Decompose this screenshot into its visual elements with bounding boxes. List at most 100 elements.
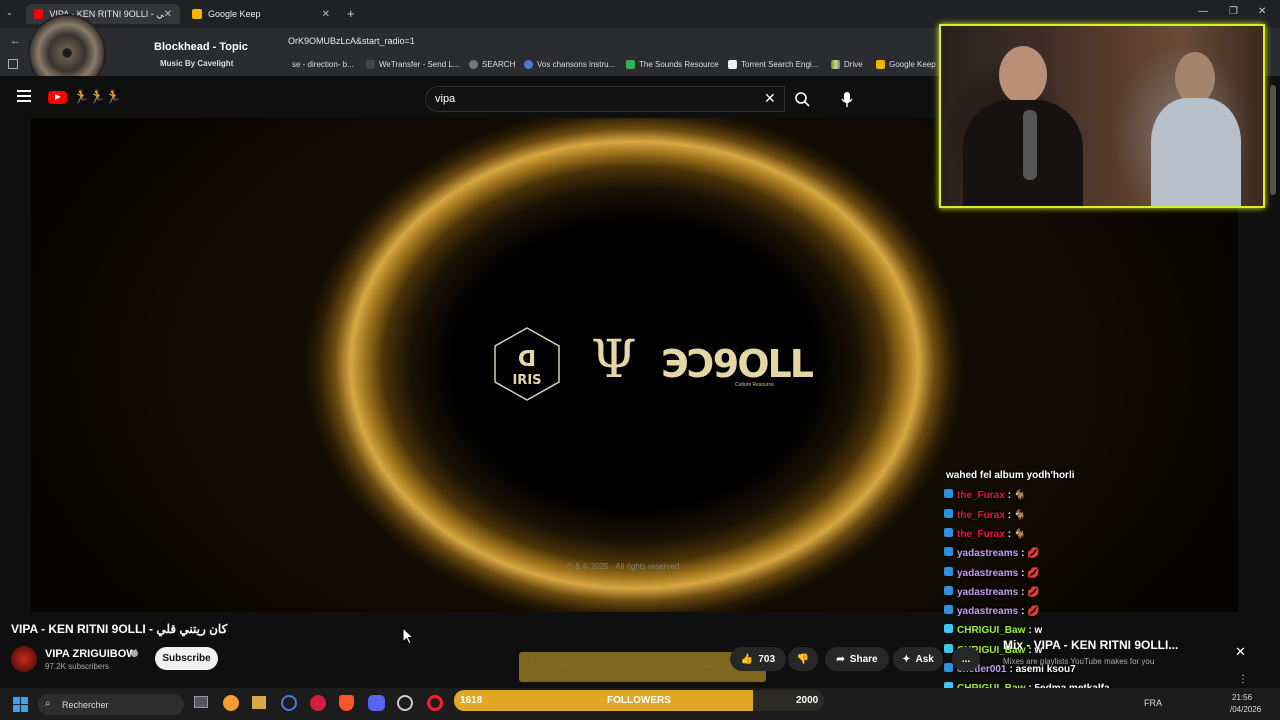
more-actions-button[interactable]: ...: [952, 647, 980, 671]
close-tab-icon[interactable]: ✕: [322, 9, 330, 20]
thumbs-down-icon: 👎: [796, 653, 810, 665]
file-explorer-icon[interactable]: [252, 696, 266, 709]
chat-username[interactable]: yadastreams: [957, 568, 1018, 579]
chat-badge-icon: [944, 527, 953, 537]
now-playing-overlay: Blockhead - Topic Music By Cavelight: [118, 38, 278, 78]
followers-progress-fill: [454, 690, 754, 711]
subscriber-count: 97.2K subscribers: [45, 662, 110, 671]
chat-badge-icon: [944, 547, 953, 557]
bookmark-google-keep[interactable]: Google Keep: [876, 60, 936, 69]
svg-text:ᗡ: ᗡ: [518, 347, 536, 372]
copyright-text: ℗ & © 2025 · All rights reserved: [567, 562, 680, 571]
chat-message: CHRIGUI_Baw: w: [944, 624, 1042, 636]
keep-favicon-icon: [192, 9, 202, 19]
search-icon: ⌕: [45, 698, 51, 709]
chat-username[interactable]: the_Furax: [957, 490, 1005, 501]
chat-badge-icon: [944, 566, 953, 576]
clock-time: 21:56: [1232, 693, 1253, 702]
bookmark-drive[interactable]: Drive: [831, 60, 863, 69]
windows-start-icon[interactable]: [13, 697, 29, 713]
brave-icon[interactable]: [339, 695, 354, 711]
doodle-icon: 🏃🏃🏃: [73, 89, 122, 104]
subscribe-button[interactable]: Subscribe: [155, 647, 218, 670]
apps-grid-icon[interactable]: [8, 59, 18, 69]
chat-message: yadastreams: 💋: [944, 585, 1040, 598]
search-bookmark-icon: [469, 60, 478, 69]
obs-icon[interactable]: [397, 695, 413, 711]
app-red-icon[interactable]: [310, 695, 326, 711]
close-tab-icon[interactable]: ✕: [164, 9, 172, 20]
svg-text:IRIS: IRIS: [512, 373, 541, 388]
chat-username[interactable]: the_Furax: [957, 510, 1005, 521]
close-window-icon[interactable]: ✕: [1258, 6, 1266, 17]
followers-goal-bar: 1618 FOLLOWERS 2000: [454, 690, 824, 711]
like-button[interactable]: 👍 703: [730, 647, 786, 671]
voice-search-button[interactable]: [836, 88, 858, 110]
chat-username[interactable]: CHRIGUI_Baw: [957, 625, 1025, 636]
torrent-icon: [728, 60, 737, 69]
channel-name[interactable]: VIPA ZRIGUIBOW: [45, 648, 137, 660]
address-bar[interactable]: OrK9OMUBzLcA&start_radio=1: [288, 36, 415, 46]
chat-text: : 🐐: [1007, 490, 1027, 502]
verified-icon: [131, 650, 138, 657]
opera-icon[interactable]: [427, 695, 443, 711]
weather-icon[interactable]: [223, 695, 239, 711]
bookmark-direction[interactable]: se - direction- b...: [292, 60, 354, 69]
mix-menu-icon[interactable]: ⋮: [1238, 674, 1248, 685]
followers-label: FOLLOWERS: [607, 695, 671, 706]
chat-message: wahed fel album yodh'horli: [946, 470, 1075, 481]
minimize-icon[interactable]: —: [1198, 6, 1208, 17]
chat-text: : w: [1028, 625, 1043, 637]
maximize-icon[interactable]: ❐: [1229, 6, 1238, 17]
channel-avatar[interactable]: [11, 646, 37, 672]
new-tab-icon[interactable]: +: [347, 6, 355, 21]
video-title: VIPA - KEN RITNI 9OLLI - كان ريتني قلي: [11, 622, 228, 636]
ask-button[interactable]: ✦ Ask: [893, 647, 943, 671]
tab-list-chevron-icon[interactable]: ⌄: [6, 8, 20, 20]
chat-username[interactable]: yadastreams: [957, 548, 1018, 559]
close-mix-icon[interactable]: ✕: [1235, 644, 1246, 660]
chansons-icon: [524, 60, 533, 69]
mix-title[interactable]: Mix - VIPA - KEN RITNI 9OLLI...: [1003, 638, 1178, 652]
chat-username[interactable]: yadastreams: [957, 606, 1018, 617]
9oll-logo: ЭƆ9OLL: [661, 342, 814, 386]
youtube-favicon-icon: [34, 9, 44, 19]
task-view-icon[interactable]: [194, 696, 208, 708]
digital-iris-logo: ᗡ IRIS: [493, 326, 561, 402]
thumbs-up-icon: 👍: [740, 653, 754, 665]
chat-text: : 🐐: [1007, 509, 1027, 521]
chat-text: : 💋: [1021, 586, 1040, 598]
back-icon[interactable]: ←: [10, 35, 21, 47]
discord-icon[interactable]: [368, 695, 385, 711]
wetransfer-icon: [366, 60, 375, 69]
youtube-logo-icon[interactable]: [48, 91, 67, 104]
guest-shirt: [1151, 98, 1241, 206]
chat-text: wahed fel album yodh'horli: [946, 470, 1075, 481]
bookmark-search[interactable]: SEARCH: [469, 60, 515, 69]
bookmark-sounds-resource[interactable]: The Sounds Resource: [626, 60, 719, 69]
share-button[interactable]: ➦ Share: [825, 647, 889, 671]
bookmark-wetransfer[interactable]: WeTransfer - Send L...: [366, 60, 459, 69]
language-indicator[interactable]: FRA: [1144, 698, 1162, 708]
chat-badge-icon: [944, 489, 953, 499]
search-icon: [795, 92, 810, 107]
streamer-webcam: [939, 24, 1265, 208]
clear-search-icon[interactable]: ✕: [764, 90, 776, 107]
bookmark-chansons[interactable]: Vos chansons instru...: [524, 60, 615, 69]
tab-google-keep[interactable]: Google Keep ✕: [184, 4, 338, 24]
now-playing-subtitle: Music By Cavelight: [160, 59, 234, 68]
followers-current: 1618: [460, 695, 483, 706]
chat-username[interactable]: the_Furax: [957, 529, 1005, 540]
chat-message: the_Furax: 🐐: [944, 527, 1026, 540]
chat-badge-icon: [944, 508, 953, 518]
bookmark-torrent[interactable]: Torrent Search Engi...: [728, 60, 818, 69]
taskbar-search[interactable]: ⌕ Rechercher: [38, 694, 184, 715]
menu-icon[interactable]: [17, 90, 31, 102]
app-icon[interactable]: [281, 695, 297, 711]
page-scrollbar[interactable]: [1270, 85, 1276, 195]
dislike-button[interactable]: 👎: [788, 647, 818, 671]
search-input[interactable]: vipa: [425, 86, 785, 112]
chat-username[interactable]: yadastreams: [957, 587, 1018, 598]
followers-target: 2000: [796, 695, 819, 706]
search-button[interactable]: [785, 86, 819, 112]
